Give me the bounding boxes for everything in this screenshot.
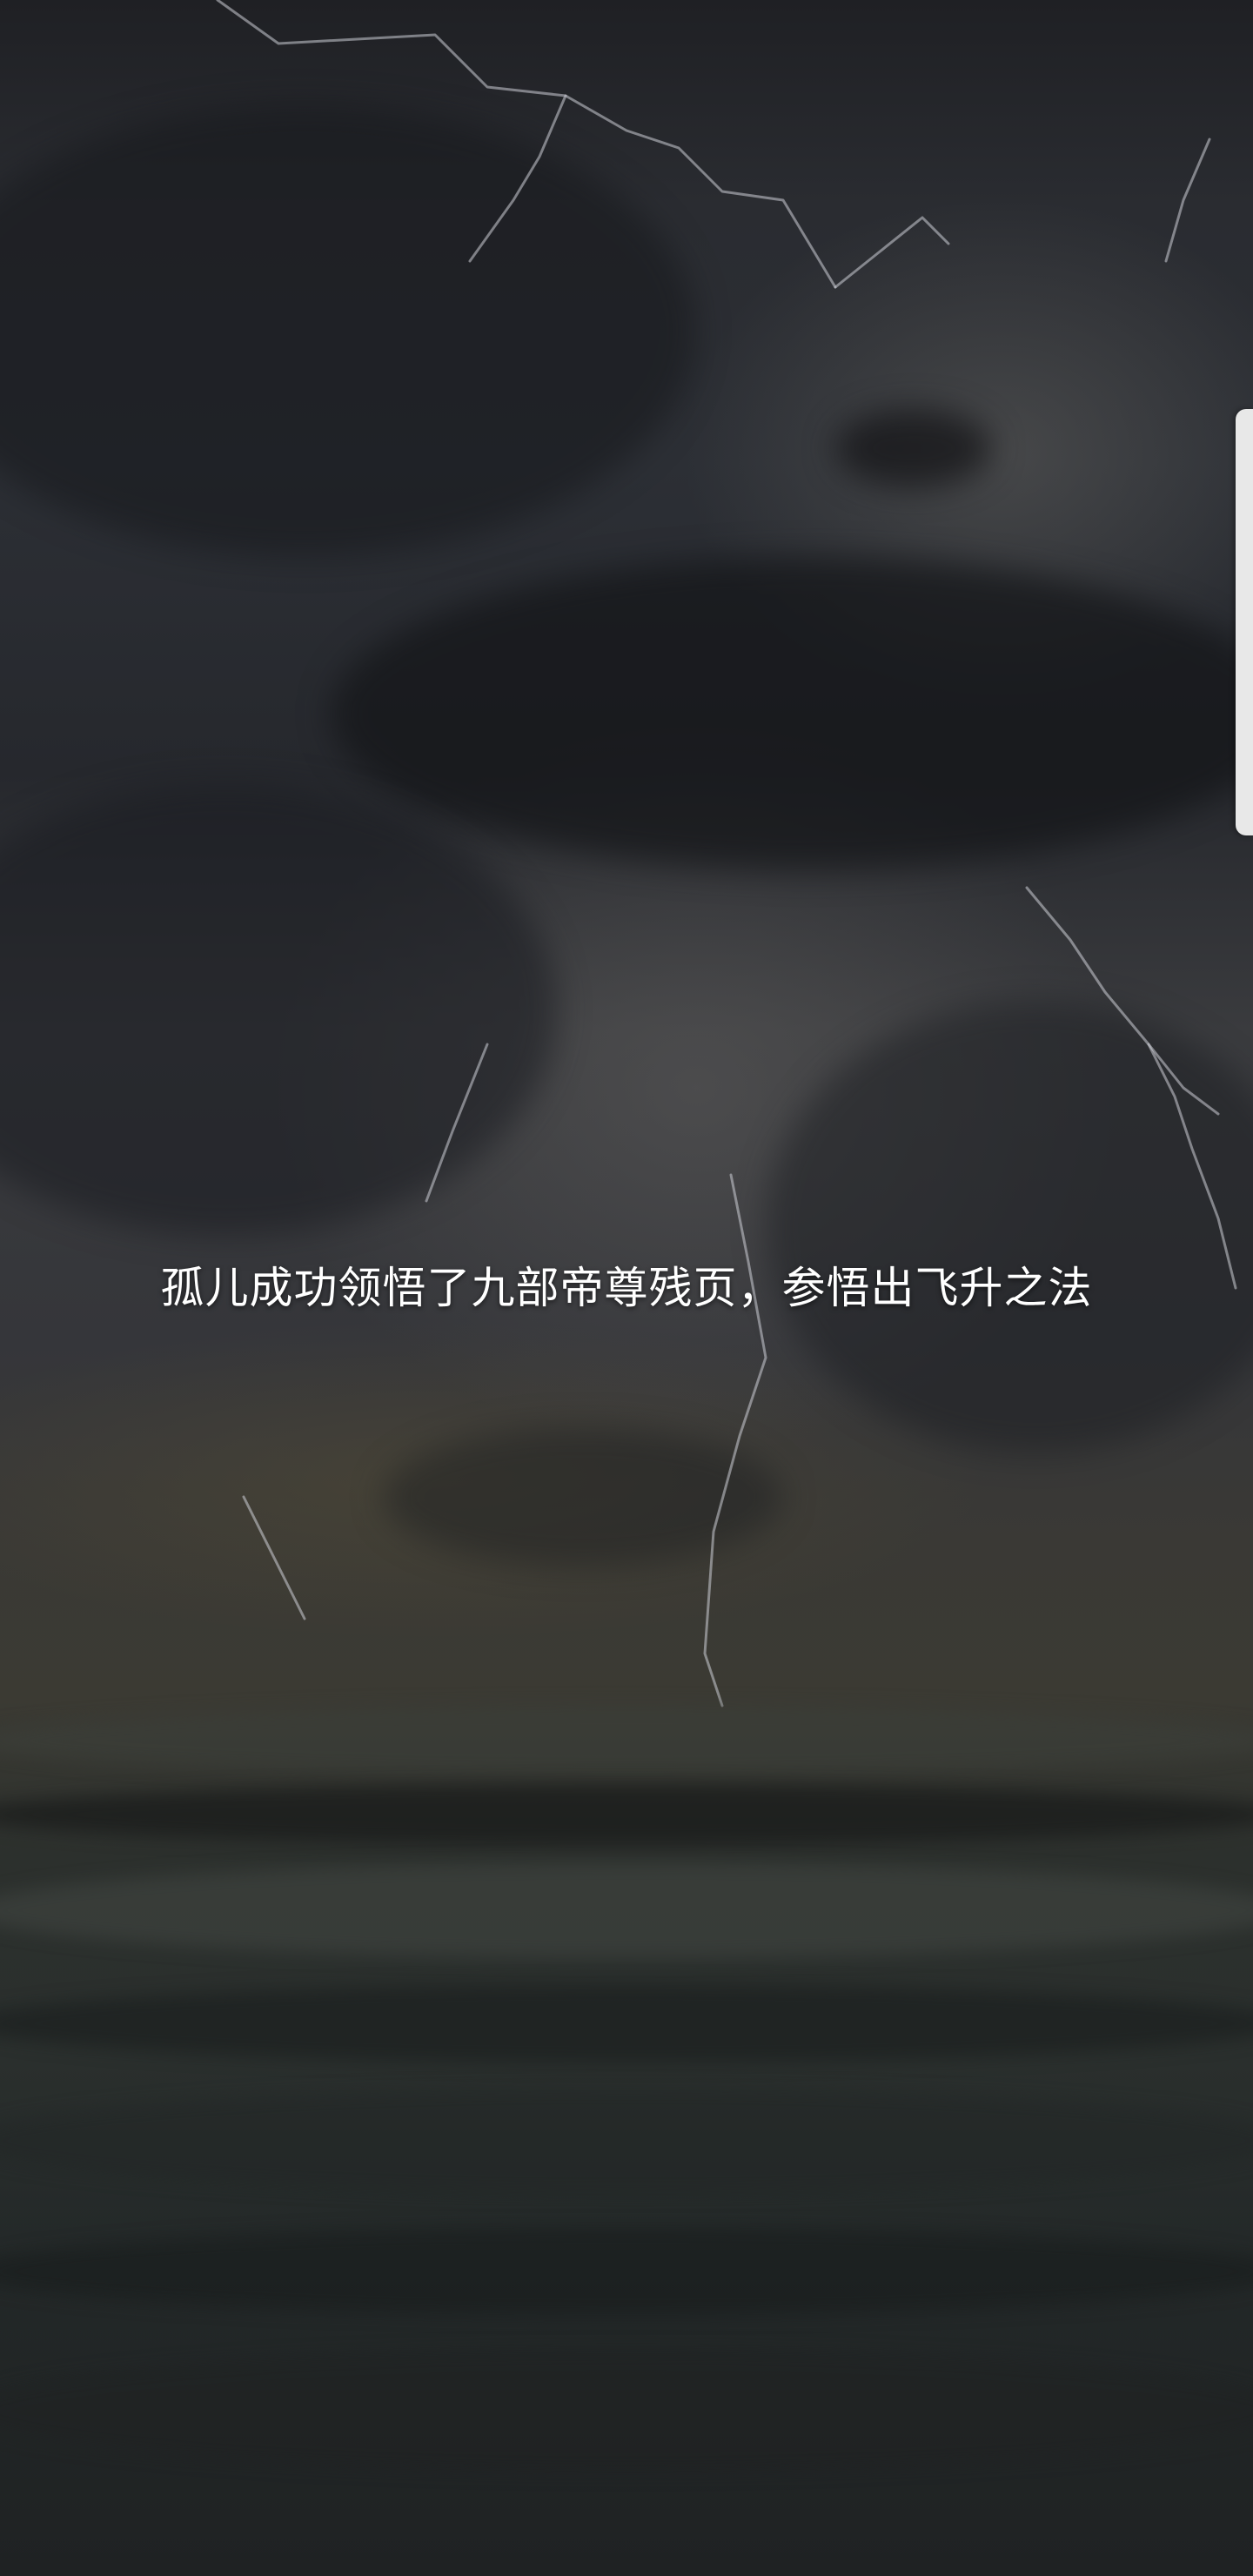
side-panel-handle[interactable] xyxy=(1236,409,1253,835)
sea-wave xyxy=(0,1862,1253,1958)
sea-wave xyxy=(0,2350,1253,2472)
sea-wave xyxy=(0,1706,1253,1775)
sea-wave xyxy=(0,1784,1253,1845)
story-caption: 孤儿成功领悟了九部帝尊残页，参悟出飞升之法 xyxy=(160,1263,1093,1313)
sea-wave xyxy=(0,2089,1253,2193)
sea-wave xyxy=(0,2228,1253,2315)
sea-wave xyxy=(0,1984,1253,2063)
storm-scene-background: 孤儿成功领悟了九部帝尊残页，参悟出飞升之法 xyxy=(0,0,1253,2576)
